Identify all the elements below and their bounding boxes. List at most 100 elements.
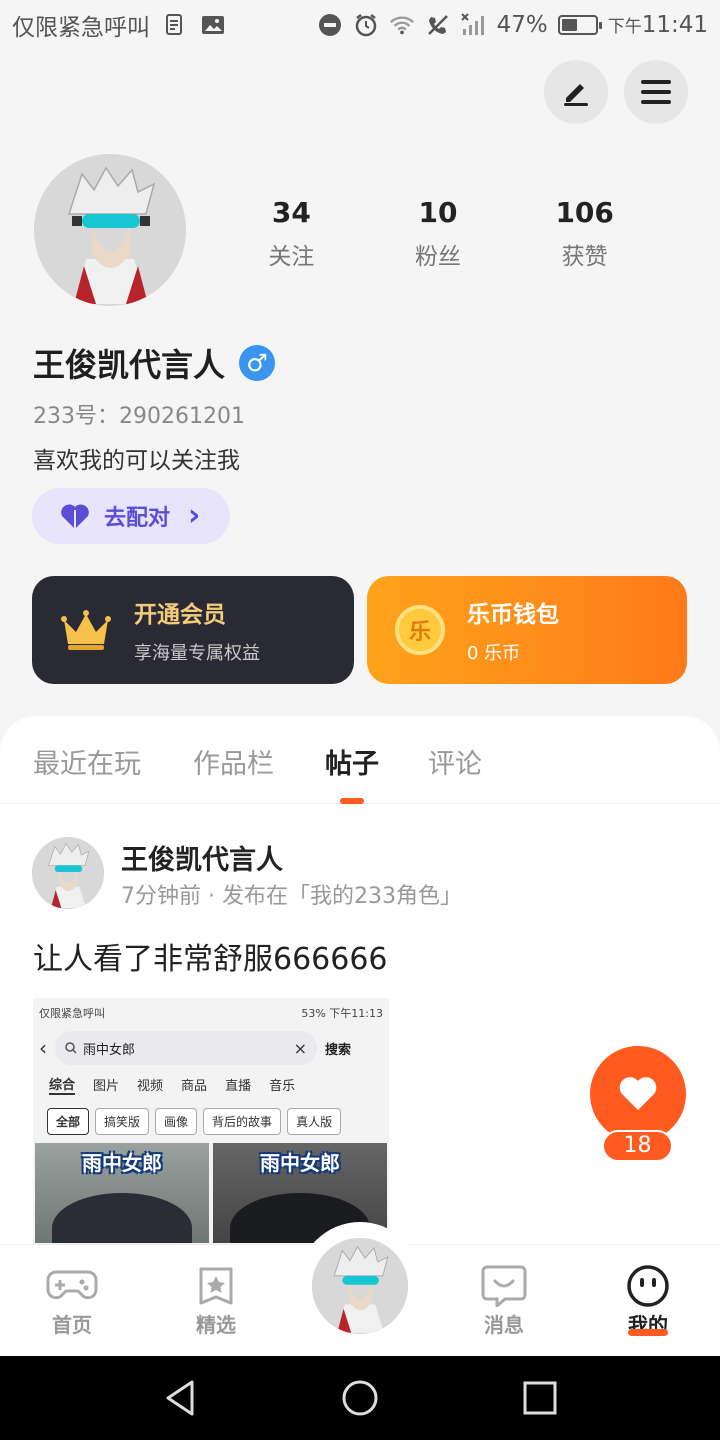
shot-category: 视频 [137,1078,164,1094]
nav-indicator [628,1329,668,1336]
star-icon [199,1267,233,1305]
top-actions [544,60,688,124]
heart-icon [61,504,89,529]
menu-button[interactable] [624,60,688,124]
shot-tag: 搞笑版 [95,1108,150,1135]
tab-comments[interactable]: 评论 [428,742,482,781]
battery-percent: 47% [496,12,548,38]
wallet-title: 乐币钱包 [467,602,559,628]
image-icon [200,12,226,38]
tab-works[interactable]: 作品栏 [193,742,274,781]
male-icon: ♂ [239,345,276,381]
stat-likes[interactable]: 106 获赞 [511,196,658,271]
no-call-icon [425,12,451,38]
profile-avatar[interactable] [34,154,186,306]
search-icon [65,1042,77,1054]
dnd-icon [317,12,343,38]
nav-center-avatar[interactable] [312,1238,408,1334]
like-button[interactable] [590,1046,686,1142]
shot-search-button: 搜索 [325,1042,352,1058]
home-icon[interactable] [340,1378,380,1418]
profile-stats: 34 关注 10 粉丝 106 获赞 [218,196,658,271]
crown-icon [61,610,111,650]
shot-category: 图片 [93,1078,120,1094]
edit-profile-button[interactable] [544,60,608,124]
profile-name: 王俊凯代言人 [33,346,226,384]
shot-status-right: 53% 下午11:13 [301,1007,383,1020]
shot-tag: 背后的故事 [203,1108,282,1135]
message-icon [481,1265,527,1307]
nav-label: 精选 [196,1313,236,1337]
stat-value: 106 [555,196,614,229]
clock-text: 11:41 [641,12,708,38]
vip-title: 开通会员 [134,602,226,628]
back-icon: ‹ [39,1036,47,1060]
battery-icon [557,15,602,35]
back-icon[interactable] [160,1378,200,1418]
wifi-icon [389,12,415,38]
shot-search-row: ‹ 雨中女郎 × 搜索 [33,1028,389,1068]
post-text: 让人看了非常舒服666666 [33,942,388,977]
nav-me[interactable]: 我的 [598,1265,698,1338]
heart-icon [619,1077,657,1110]
match-button[interactable]: 去配对 › [32,488,230,544]
nav-messages[interactable]: 消息 [454,1265,554,1338]
shot-categories: 综合 图片 视频 商品 直播 音乐 [33,1068,389,1100]
carrier-text: 仅限紧急呼叫 [12,15,150,41]
system-nav-bar [0,1356,720,1440]
wallet-subtitle: 0 乐币 [467,643,521,664]
post-meta: 7分钟前 · 发布在「我的233角色」 [121,884,462,909]
shot-result-caption: 雨中女郎 [260,1151,340,1175]
tab-posts[interactable]: 帖子 [325,742,379,781]
shot-category: 综合 [49,1074,76,1095]
wallet-card[interactable]: 乐 乐币钱包 0 乐币 [367,576,687,684]
post-image[interactable]: 仅限紧急呼叫 53% 下午11:13 ‹ 雨中女郎 × 搜索 综合 图片 视频 … [33,998,389,1244]
ampm-text: 下午 [607,17,642,37]
stat-following[interactable]: 34 关注 [218,196,365,271]
post-author-avatar[interactable] [32,837,104,909]
menu-icon [641,80,671,104]
pencil-icon [564,84,588,106]
shot-tag: 真人版 [287,1108,342,1135]
shot-category: 商品 [181,1078,208,1094]
gamepad-icon [46,1270,98,1300]
like-count: 18 [602,1130,673,1162]
shot-search-box: 雨中女郎 × [55,1031,317,1065]
shot-status-left: 仅限紧急呼叫 [39,1007,105,1020]
face-icon [627,1265,669,1307]
shot-result-caption: 雨中女郎 [82,1151,162,1175]
recents-icon[interactable] [520,1378,560,1418]
chevron-right-icon: › [188,498,201,533]
match-label: 去配对 [104,506,171,531]
nav-home[interactable]: 首页 [22,1265,122,1338]
nav-featured[interactable]: 精选 [166,1265,266,1338]
shot-status-bar: 仅限紧急呼叫 53% 下午11:13 [33,998,389,1028]
tab-recent[interactable]: 最近在玩 [33,742,141,781]
nav-label: 首页 [52,1313,92,1337]
stat-value: 10 [418,196,458,229]
name-row: 王俊凯代言人 ♂ [33,340,276,386]
shot-category: 直播 [225,1078,252,1094]
profile-tabs: 最近在玩 作品栏 帖子 评论 [0,716,720,804]
stat-label: 获赞 [561,244,608,270]
vip-subtitle: 享海量专属权益 [134,643,260,664]
document-icon [162,12,188,38]
shot-tags: 全部 搞笑版 画像 背后的故事 真人版 [33,1100,389,1143]
stat-value: 34 [271,196,311,229]
close-icon: × [293,1038,307,1058]
status-bar: 仅限紧急呼叫 47% 下午11:41 [0,0,720,50]
stat-label: 关注 [268,244,315,270]
battery-fill [561,19,577,31]
vip-card[interactable]: 开通会员 享海量专属权益 [32,576,354,684]
tab-indicator [340,798,364,804]
signal-icon [460,12,487,38]
coin-icon: 乐 [395,605,445,655]
stat-label: 粉丝 [415,244,461,270]
shot-search-query: 雨中女郎 [83,1042,136,1058]
nav-label: 消息 [484,1313,524,1337]
stat-followers[interactable]: 10 粉丝 [365,196,512,271]
shot-result-figure [52,1193,192,1243]
shot-category: 音乐 [269,1078,296,1094]
post-author-name[interactable]: 王俊凯代言人 [121,838,283,877]
user-id-value: 290261201 [119,404,245,429]
